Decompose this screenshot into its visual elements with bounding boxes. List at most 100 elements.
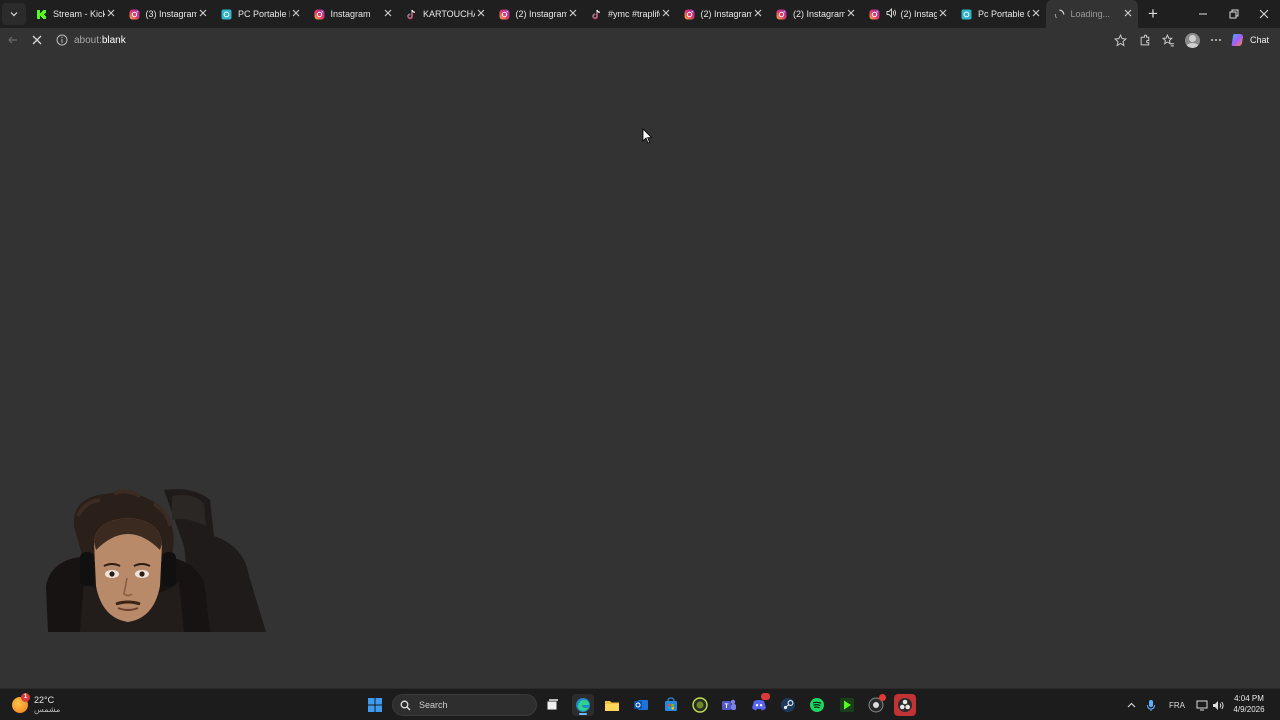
tab-close-icon[interactable] [1030, 8, 1042, 20]
tab-close-icon[interactable] [290, 8, 302, 20]
taskbar-discord[interactable] [748, 693, 770, 716]
browser-tab[interactable]: (2) Instagr [861, 0, 954, 28]
profile-button[interactable] [1180, 28, 1204, 52]
address-bar[interactable]: about: blank [52, 30, 1134, 50]
url-host: blank [101, 34, 126, 46]
microphone-icon [1147, 699, 1155, 711]
tab-strip: Stream - Kick D (3) Instagram PC Portable … [0, 0, 1280, 28]
taskbar-store[interactable] [660, 694, 682, 716]
new-tab-button[interactable]: + [1140, 3, 1166, 25]
volume-tray[interactable] [1211, 694, 1225, 716]
stop-loading-button[interactable] [25, 29, 49, 51]
browser-tab[interactable]: Loading... [1045, 0, 1138, 28]
tab-close-icon[interactable] [1122, 8, 1134, 20]
clock-time: 4:04 PM [1234, 694, 1264, 703]
favorite-button[interactable] [1108, 28, 1132, 52]
tab-close-icon[interactable] [197, 8, 209, 20]
taskbar-app-red[interactable] [865, 694, 887, 716]
volume-icon [1212, 700, 1224, 710]
show-hidden-icons-button[interactable] [1124, 694, 1138, 716]
weather-condition: مشمس [34, 705, 61, 714]
weather-widget[interactable]: 1 22°C مشمس [12, 692, 60, 718]
language-indicator[interactable]: FRA [1164, 694, 1190, 716]
kick-icon [36, 9, 47, 20]
tab-close-icon[interactable] [382, 8, 394, 20]
taskbar-streaming-app[interactable] [836, 694, 858, 716]
browser-tab[interactable]: (2) Instagram [491, 0, 584, 28]
active-indicator [579, 713, 587, 715]
start-button[interactable] [364, 694, 386, 716]
browser-tab[interactable]: #ymc #traplife [583, 0, 676, 28]
tab-title: Instagram [330, 9, 371, 19]
copilot-icon [1231, 34, 1243, 46]
instagram-icon [499, 9, 510, 20]
tab-close-icon[interactable] [660, 8, 672, 20]
copilot-chat-button[interactable]: Chat [1230, 30, 1269, 50]
browser-tab[interactable]: PC Portable HP [213, 0, 306, 28]
close-window-button[interactable] [1248, 0, 1280, 28]
play-app-icon [840, 698, 854, 712]
mouse-cursor-icon [642, 128, 652, 144]
instagram-icon [129, 9, 140, 20]
tab-close-icon[interactable] [475, 8, 487, 20]
avatar [1184, 32, 1200, 48]
loading-icon [1054, 9, 1065, 20]
taskbar-search[interactable]: Search [392, 694, 537, 716]
browser-tab[interactable]: (3) Instagram [121, 0, 214, 28]
favorites-button[interactable] [1156, 28, 1180, 52]
folder-icon [605, 701, 619, 711]
taskbar-xbox-app[interactable] [689, 694, 711, 716]
gaming-app-icon [692, 697, 708, 713]
settings-more-button[interactable] [1204, 28, 1228, 52]
tiktok-icon [591, 9, 602, 20]
minimize-button[interactable] [1187, 0, 1219, 28]
microphone-tray[interactable] [1144, 694, 1158, 716]
taskbar-file-explorer[interactable] [601, 694, 623, 716]
browser-tab[interactable]: Pc Portable Ga [953, 0, 1046, 28]
tab-title: (2) Instagram [515, 9, 568, 19]
favorites-star-list-icon [1161, 33, 1174, 46]
taskbar-edge[interactable] [572, 694, 594, 716]
puzzle-icon [1140, 34, 1149, 45]
taskbar-steam[interactable] [777, 694, 799, 716]
taskbar-spotify[interactable] [806, 694, 828, 716]
page-icon [221, 9, 232, 20]
instagram-icon [684, 9, 695, 20]
app-badge [879, 694, 886, 701]
taskbar-clock[interactable]: 4:04 PM 4/9/2026 [1226, 693, 1272, 715]
back-button[interactable] [1, 29, 25, 51]
stop-icon [32, 35, 42, 45]
browser-tab[interactable]: Instagram [306, 0, 399, 28]
tiktok-icon [406, 9, 417, 20]
tab-close-icon[interactable] [937, 8, 949, 20]
tab-actions-menu-button[interactable] [2, 3, 26, 25]
instagram-icon [776, 9, 787, 20]
tab-close-icon[interactable] [567, 8, 579, 20]
taskbar-teams[interactable]: T [718, 694, 740, 716]
taskbar-obs-active[interactable] [894, 694, 916, 716]
tab-close-icon[interactable] [752, 8, 764, 20]
audio-playing-icon[interactable] [886, 7, 897, 20]
restore-button[interactable] [1218, 0, 1250, 28]
browser-tab[interactable]: KARTOUCHA 3: [398, 0, 491, 28]
discord-badge [761, 693, 770, 700]
back-arrow-icon [8, 36, 17, 44]
network-tray[interactable] [1195, 694, 1209, 716]
browser-tab[interactable]: (2) Instagram [768, 0, 861, 28]
tab-title: (2) Instagram [700, 9, 753, 19]
taskbar-outlook[interactable] [630, 694, 652, 716]
weather-temperature: 22°C [34, 695, 55, 705]
tab-close-icon[interactable] [105, 8, 117, 20]
weather-sun-icon: 1 [12, 693, 30, 713]
restore-icon [1229, 9, 1239, 19]
task-view-button[interactable] [541, 694, 563, 716]
browser-tab[interactable]: (2) Instagram [676, 0, 769, 28]
url-scheme: about: [74, 34, 102, 46]
store-icon [665, 697, 677, 711]
tab-close-icon[interactable] [845, 8, 857, 20]
close-icon [1259, 9, 1269, 19]
browser-tab[interactable]: Stream - Kick D [28, 0, 121, 28]
notification-badge: 1 [21, 693, 30, 702]
svg-text:T: T [725, 703, 729, 710]
extensions-button[interactable] [1133, 28, 1157, 52]
